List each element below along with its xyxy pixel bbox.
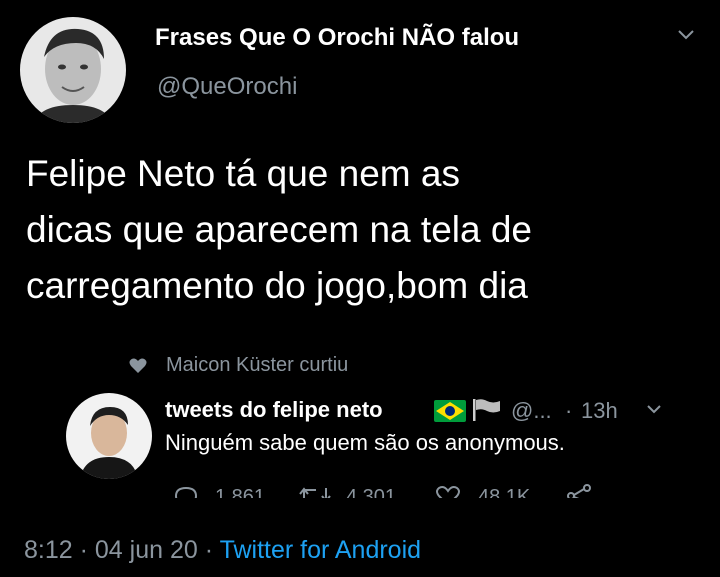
retweet-count: 4.301 xyxy=(346,486,397,498)
brazil-flag-icon xyxy=(434,400,466,422)
retweet-icon[interactable] xyxy=(298,484,332,498)
tweet-date[interactable]: 04 jun 20 xyxy=(95,536,198,564)
tweet-meta: 8:12 · 04 jun 20 · Twitter for Android xyxy=(24,536,421,565)
embedded-age[interactable]: 13h xyxy=(581,398,618,424)
separator-dot: · xyxy=(565,398,573,423)
embedded-handle[interactable]: @... xyxy=(511,398,552,424)
tweet-time[interactable]: 8:12 xyxy=(24,536,73,564)
tweet-text-line: Felipe Neto tá que nem as xyxy=(26,153,460,194)
embedded-avatar[interactable] xyxy=(66,393,152,479)
embedded-tweet-text: Ninguém sabe quem são os anonymous. xyxy=(165,430,565,455)
tweet-text-line: dicas que aparecem na tela de xyxy=(26,209,533,250)
avatar[interactable] xyxy=(20,17,126,123)
handle[interactable]: @QueOrochi xyxy=(157,73,297,101)
flag-icon xyxy=(472,398,502,422)
share-icon[interactable] xyxy=(566,482,594,498)
heart-icon xyxy=(128,356,148,376)
reply-icon[interactable] xyxy=(173,486,199,498)
embedded-action-bar: 1.861 4.301 48,1K xyxy=(0,478,720,498)
separator-dot: · xyxy=(204,536,214,564)
like-icon[interactable] xyxy=(434,484,462,498)
separator-dot: · xyxy=(79,536,88,564)
like-count: 48,1K xyxy=(478,486,531,498)
tweet-text: Felipe Neto tá que nem as dicas que apar… xyxy=(26,146,532,314)
reply-count: 1.861 xyxy=(215,486,266,498)
chevron-down-icon[interactable] xyxy=(676,28,696,42)
embedded-display-name[interactable]: tweets do felipe neto xyxy=(165,397,383,423)
chevron-down-icon[interactable] xyxy=(645,402,663,414)
liked-by-label[interactable]: Maicon Küster curtiu xyxy=(166,354,348,377)
tweet-text-line: carregamento do jogo,bom dia xyxy=(26,265,528,306)
display-name[interactable]: Frases Que O Orochi NÃO falou xyxy=(155,24,519,52)
client-link[interactable]: Twitter for Android xyxy=(220,536,421,564)
